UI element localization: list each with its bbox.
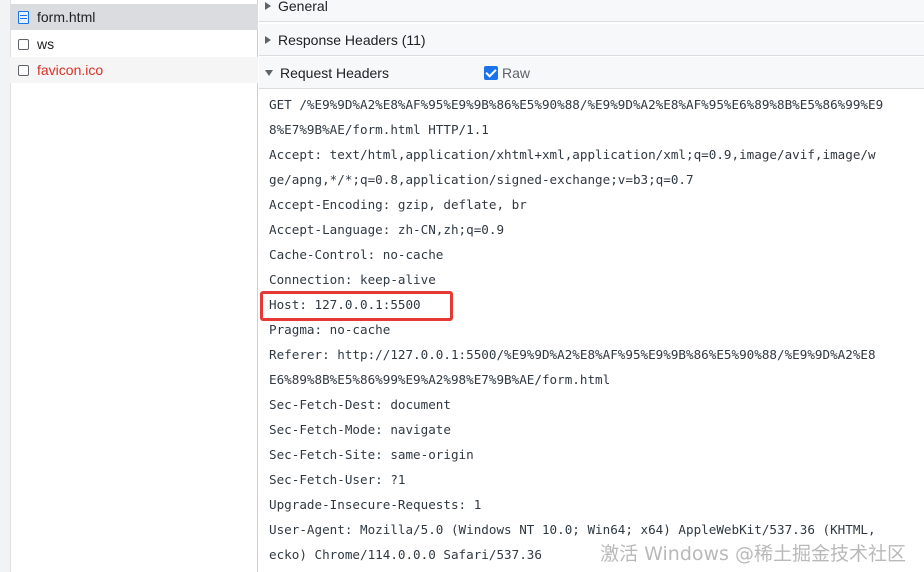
request-name: ws bbox=[37, 36, 55, 52]
header-line-host: Host: 127.0.0.1:5500 bbox=[269, 297, 421, 312]
checkbox-icon bbox=[18, 64, 29, 76]
request-name: form.html bbox=[37, 9, 96, 25]
checkbox-checked-icon[interactable] bbox=[484, 65, 498, 80]
header-line: E6%89%8B%E5%86%99%E9%A2%98%E7%9B%AE/form… bbox=[269, 372, 611, 387]
request-name: favicon.ico bbox=[37, 62, 104, 78]
section-general[interactable]: General bbox=[259, 0, 924, 22]
request-list-gutter bbox=[0, 0, 11, 572]
checkbox-icon bbox=[18, 38, 29, 50]
header-line: Referer: http://127.0.0.1:5500/%E9%9D%A2… bbox=[269, 347, 876, 362]
document-icon bbox=[18, 10, 29, 24]
raw-label: Raw bbox=[502, 64, 531, 81]
header-line: Sec-Fetch-User: ?1 bbox=[269, 472, 406, 487]
expand-arrow-icon bbox=[265, 35, 271, 44]
header-line: Sec-Fetch-Site: same-origin bbox=[269, 447, 474, 462]
request-list: form.html ws favicon.ico bbox=[0, 0, 258, 572]
header-line: Sec-Fetch-Dest: document bbox=[269, 397, 451, 412]
section-title: Request Headers bbox=[280, 64, 389, 81]
section-request-headers[interactable]: Request Headers Raw bbox=[259, 57, 924, 89]
header-line: Upgrade-Insecure-Requests: 1 bbox=[269, 497, 482, 512]
raw-toggle[interactable]: Raw bbox=[484, 65, 530, 81]
devtools-network-panel: form.html ws favicon.ico General Respons… bbox=[0, 0, 924, 572]
expand-arrow-icon bbox=[265, 1, 271, 10]
header-line: 8%E7%9B%AE/form.html HTTP/1.1 bbox=[269, 122, 489, 137]
request-row-favicon[interactable]: favicon.ico bbox=[10, 57, 258, 83]
header-line: GET /%E9%9D%A2%E8%AF%95%E9%9B%86%E5%90%8… bbox=[269, 97, 884, 112]
header-line: Pragma: no-cache bbox=[269, 322, 391, 337]
header-line: Connection: keep-alive bbox=[269, 272, 436, 287]
header-line: Accept: text/html,application/xhtml+xml,… bbox=[269, 147, 876, 162]
watermark: 激活 Windows @稀土掘金技术社区 bbox=[600, 543, 906, 565]
request-row-form-html[interactable]: form.html bbox=[10, 4, 258, 30]
header-line: Accept-Language: zh-CN,zh;q=0.9 bbox=[269, 222, 505, 237]
section-response-headers[interactable]: Response Headers (11) bbox=[259, 24, 924, 56]
header-line: ge/apng,*/*;q=0.8,application/signed-exc… bbox=[269, 172, 694, 187]
headers-panel: General Response Headers (11) Request He… bbox=[259, 0, 924, 572]
header-line: Accept-Encoding: gzip, deflate, br bbox=[269, 197, 527, 212]
request-row-ws[interactable]: ws bbox=[10, 31, 258, 57]
section-title: General bbox=[278, 0, 328, 14]
raw-request-headers: GET /%E9%9D%A2%E8%AF%95%E9%9B%86%E5%90%8… bbox=[269, 92, 924, 567]
section-title: Response Headers (11) bbox=[278, 31, 426, 48]
header-line: Sec-Fetch-Mode: navigate bbox=[269, 422, 451, 437]
collapse-arrow-icon bbox=[265, 69, 273, 76]
header-line: Cache-Control: no-cache bbox=[269, 247, 444, 262]
